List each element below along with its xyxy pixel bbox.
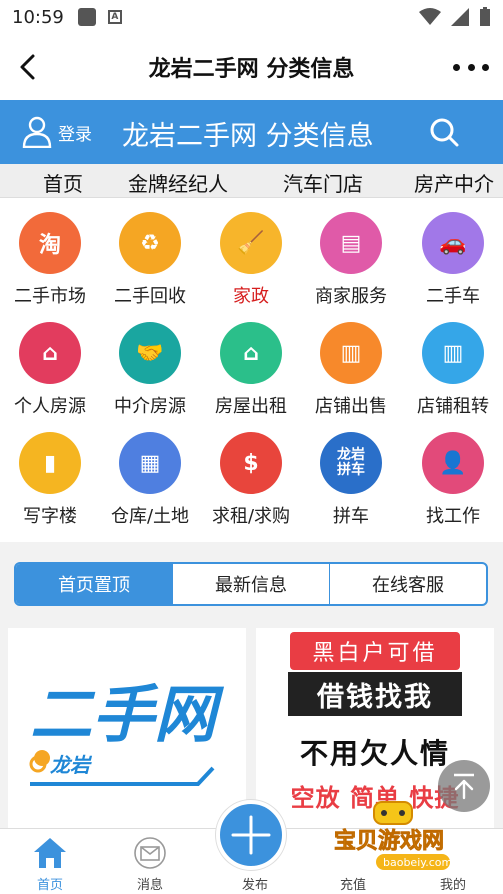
watermark-text: 宝贝游戏网 [334, 828, 444, 854]
wifi-icon [419, 8, 441, 25]
search-icon[interactable] [428, 116, 460, 148]
house-icon: ⌂ [220, 322, 282, 384]
segment-top-posts[interactable]: 首页置顶 [16, 564, 172, 604]
category-label: 中介房源 [114, 396, 186, 417]
category-label: 拼车 [333, 506, 369, 527]
battery-icon [480, 7, 490, 26]
nav-home-label: 首页 [36, 878, 63, 893]
login-label: 登录 [58, 124, 92, 145]
category-label: 二手车 [426, 286, 480, 307]
back-arrow-icon[interactable] [14, 52, 44, 82]
category-label: 二手回收 [114, 286, 186, 307]
more-options-icon[interactable] [453, 56, 489, 78]
segment-area: 首页置顶 最新信息 在线客服 [0, 542, 503, 628]
category-item[interactable]: ⌂ 房屋出租 [201, 308, 301, 418]
shop-icon: ▥ [320, 322, 382, 384]
category-item[interactable]: ▤ 商家服务 [301, 198, 401, 308]
user-icon [22, 116, 52, 148]
tab-gold-agent[interactable]: 金牌经纪人 [128, 168, 228, 197]
category-label: 商家服务 [315, 286, 387, 307]
category-item[interactable]: 👤 找工作 [403, 418, 503, 528]
money-house-icon: $ [220, 432, 282, 494]
carpool-badge-icon: 龙岩 拼车 [320, 432, 382, 494]
storefront-icon: ▥ [422, 322, 484, 384]
page-title: 龙岩二手网 分类信息 [148, 57, 355, 82]
category-item[interactable]: ▥ 店铺出售 [301, 308, 401, 418]
worker-icon: 👤 [422, 432, 484, 494]
category-item[interactable]: $ 求租/求购 [201, 418, 301, 528]
tab-home[interactable]: 首页 [43, 168, 83, 197]
banner-brand-text: 二手网 [30, 678, 225, 751]
recycle-icon: ♻ [119, 212, 181, 274]
segment-online-service[interactable]: 在线客服 [329, 564, 486, 604]
family-house-icon: ⌂ [19, 322, 81, 384]
home-icon [34, 838, 66, 868]
category-label: 房屋出租 [215, 396, 287, 417]
site-title: 龙岩二手网 分类信息 [122, 121, 374, 152]
tab-real-estate-agency[interactable]: 房产中介 [414, 168, 494, 197]
segment-latest-info[interactable]: 最新信息 [172, 564, 329, 604]
category-grid: 淘二手市场 ♻ 二手回收 🧹 家政 ▤ 商家服务 🚗 二手车 ⌂ 个人房源 🤝 中介房源 ⌂ 房屋出租 ▥ 店铺… [0, 198, 503, 542]
segmented-control: 首页置顶 最新信息 在线客服 [14, 562, 488, 606]
category-label: 求租/求购 [211, 506, 291, 527]
category-item[interactable]: 🤝 中介房源 [100, 308, 200, 418]
taobao-icon: 淘 [19, 212, 81, 274]
category-tabs: 首页 金牌经纪人 汽车门店 房产中介 [0, 164, 503, 198]
category-label: 写字楼 [23, 506, 77, 527]
category-item[interactable]: ♻ 二手回收 [100, 198, 200, 308]
nav-recharge-label: 充值 [339, 878, 366, 893]
category-item[interactable]: 龙岩 拼车 拼车 [301, 418, 401, 528]
publish-label: 发布 [241, 878, 268, 893]
publish-button[interactable]: 发布 [216, 800, 286, 893]
category-label: 二手市场 [14, 286, 86, 307]
category-label: 店铺出售 [315, 396, 387, 417]
category-item[interactable]: ▥ 店铺租转 [403, 308, 503, 418]
ad-line-1: 黑白户可借 [290, 632, 460, 670]
building-icon: ▮ [19, 432, 81, 494]
plus-icon [231, 815, 271, 855]
login-button[interactable]: 登录 [22, 116, 92, 148]
banner-ershouwang[interactable]: 二手网 龙岩 [8, 628, 246, 828]
category-item[interactable]: ▮ 写字楼 [0, 418, 100, 528]
mail-icon [134, 837, 166, 869]
nav-home[interactable]: 首页 [0, 829, 100, 894]
banner-city-text: 龙岩 [50, 753, 93, 777]
car-icon: 🚗 [422, 212, 484, 274]
status-time: 10:59 [12, 6, 64, 28]
signal-icon [451, 8, 469, 26]
category-label: 店铺租转 [417, 396, 489, 417]
nav-messages[interactable]: 消息 [100, 829, 200, 894]
category-label: 个人房源 [14, 396, 86, 417]
tab-car-store[interactable]: 汽车门店 [283, 168, 363, 197]
warehouse-icon: ▦ [119, 432, 181, 494]
nav-messages-label: 消息 [136, 878, 163, 893]
notification-icon [77, 8, 96, 26]
category-item[interactable]: 🚗 二手车 [403, 198, 503, 308]
category-item[interactable]: ⌂ 个人房源 [0, 308, 100, 418]
site-header: 登录 龙岩二手网 分类信息 [0, 100, 503, 164]
ad-line-2: 借钱找我 [288, 672, 462, 716]
category-item[interactable]: 🧹 家政 [201, 198, 301, 308]
handshake-icon: 🤝 [119, 322, 181, 384]
category-label: 找工作 [426, 506, 480, 527]
category-item[interactable]: ▦ 仓库/土地 [100, 418, 200, 528]
title-bar: 龙岩二手网 分类信息 [0, 34, 503, 100]
nav-mine-label: 我的 [439, 878, 466, 893]
category-label: 仓库/土地 [110, 506, 190, 527]
broom-icon: 🧹 [220, 212, 282, 274]
watermark-url: baobeiy.com [383, 856, 452, 869]
watermark-logo: 宝贝游戏网 baobeiy.com [326, 800, 476, 875]
status-bar: 10:59 A [0, 0, 503, 34]
a-app-icon: A [107, 10, 122, 24]
document-icon: ▤ [320, 212, 382, 274]
ershouwang-logo: 二手网 龙岩 [29, 678, 225, 786]
category-label: 家政 [233, 286, 269, 307]
category-item[interactable]: 淘二手市场 [0, 198, 100, 308]
